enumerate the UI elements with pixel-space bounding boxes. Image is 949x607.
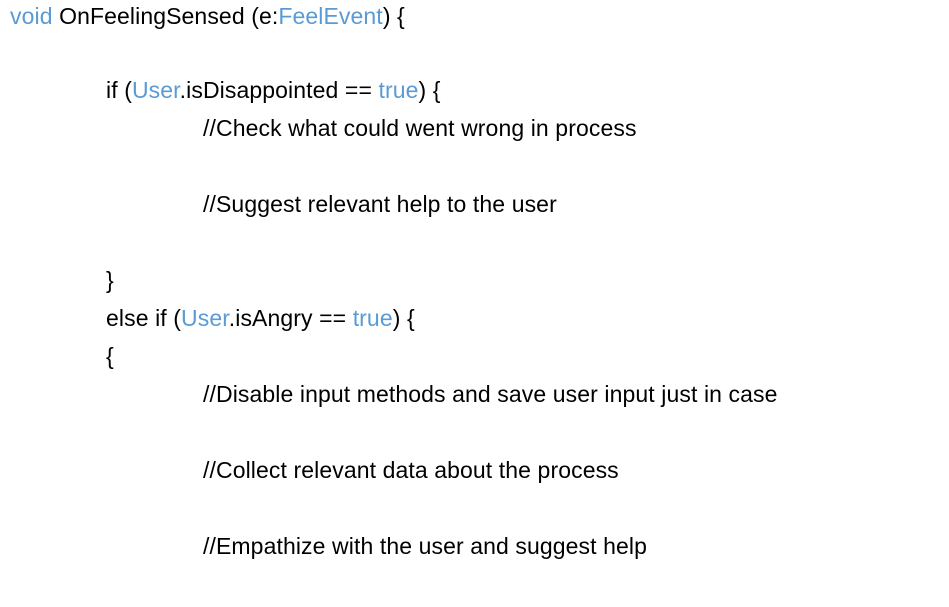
method-name: OnFeelingSensed (e: <box>52 3 279 29</box>
signature-tail: ) { <box>382 3 405 29</box>
comment-disable: //Disable input methods and save user in… <box>203 381 778 407</box>
is-disappointed-member: .isDisappointed == <box>179 77 379 103</box>
method-signature-line: void OnFeelingSensed (e:FeelEvent) { <box>10 1 405 31</box>
keyword-void: void <box>10 3 53 29</box>
true-literal: true <box>378 77 419 103</box>
else-if-suffix: ) { <box>392 305 415 331</box>
is-angry-member: .isAngry == <box>228 305 353 331</box>
comment-check: //Check what could went wrong in process <box>203 115 637 141</box>
user-object: User <box>131 77 180 103</box>
user-object: User <box>181 305 229 331</box>
else-if-prefix: else if ( <box>106 305 182 331</box>
if-disappointed-line: if (User.isDisappointed == true) { <box>106 75 441 105</box>
comment-suggest: //Suggest relevant help to the user <box>203 191 557 217</box>
comment-collect: //Collect relevant data about the proces… <box>203 457 619 483</box>
open-brace: { <box>106 343 114 369</box>
else-if-angry-line: else if (User.isAngry == true) { <box>106 303 415 333</box>
if-prefix: if ( <box>106 77 132 103</box>
if-suffix: ) { <box>418 77 441 103</box>
true-literal: true <box>352 305 393 331</box>
type-name: FeelEvent <box>278 3 383 29</box>
close-brace: } <box>106 267 114 293</box>
code-snippet: void OnFeelingSensed (e:FeelEvent) { if … <box>0 0 949 607</box>
comment-empathize: //Empathize with the user and suggest he… <box>203 533 648 559</box>
